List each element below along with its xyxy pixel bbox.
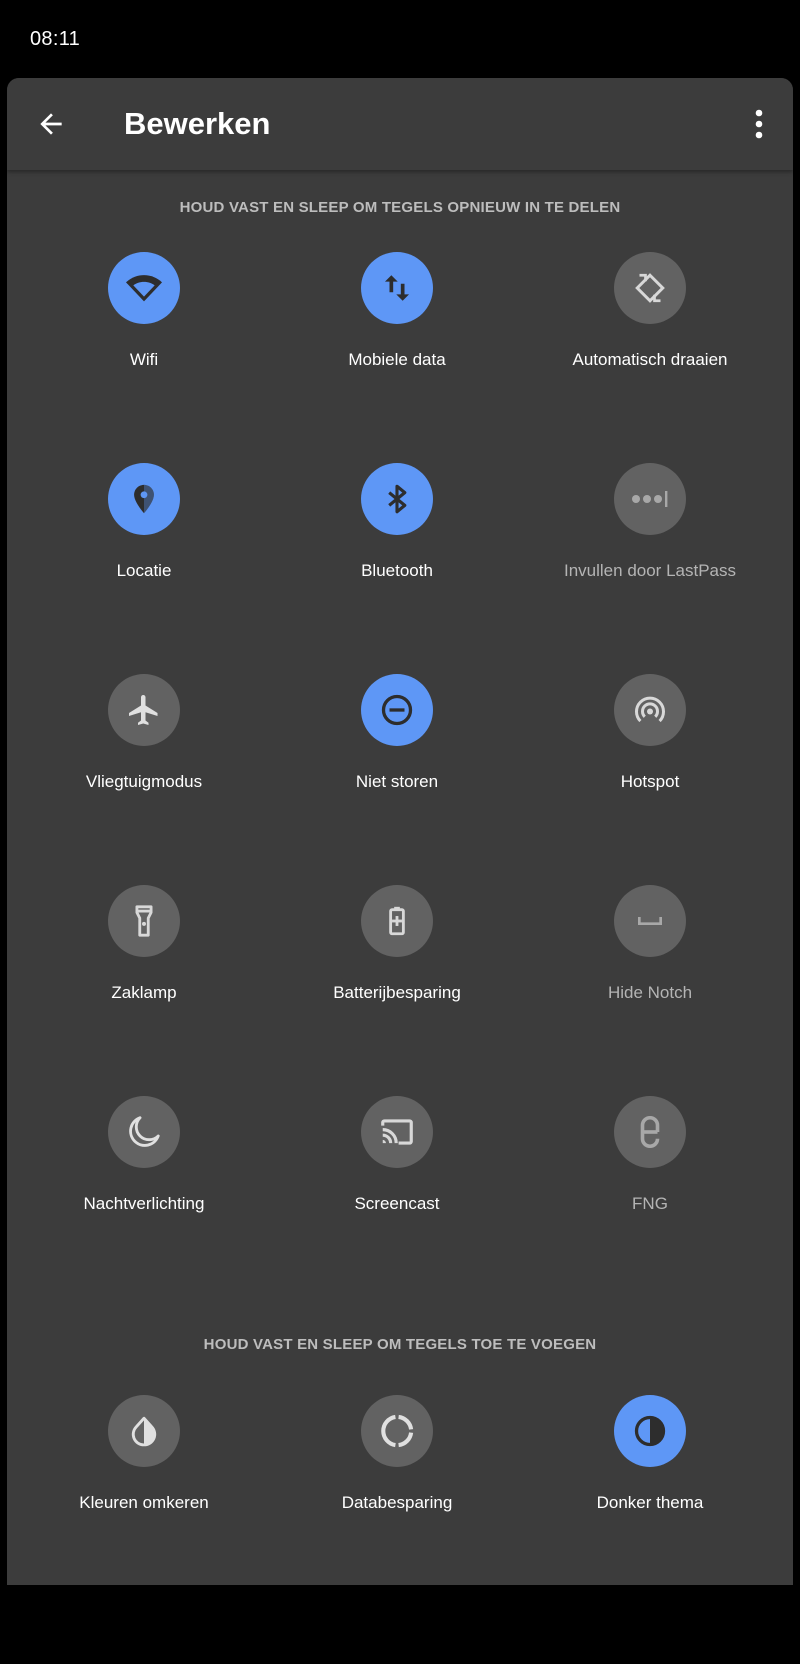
bluetooth-icon <box>388 484 407 514</box>
data-saver-icon <box>381 1414 414 1448</box>
tile-label: Databesparing <box>341 1493 453 1512</box>
tile-hotspot[interactable]: Hotspot <box>530 674 770 814</box>
tile-label: Screencast <box>354 1194 440 1213</box>
hide-notch-icon <box>638 917 662 925</box>
tile-mobile-data[interactable]: Mobiele data <box>277 252 517 392</box>
status-bar: 08:11 <box>0 0 800 78</box>
flashlight-icon <box>135 905 153 937</box>
tile-battery-saver[interactable]: Batterijbesparing <box>277 885 517 1025</box>
status-time: 08:11 <box>30 28 81 50</box>
tile-label: Donker thema <box>596 1493 704 1512</box>
tile-label: Hide Notch <box>607 983 693 1002</box>
arrow-left-icon <box>40 113 62 135</box>
more-vertical-icon <box>755 109 763 139</box>
fng-icon <box>640 1116 660 1148</box>
hotspot-icon <box>635 696 665 723</box>
tile-label: Vliegtuigmodus <box>85 772 203 791</box>
tile-bluetooth[interactable]: Bluetooth <box>277 463 517 603</box>
lastpass-icon <box>632 491 668 507</box>
navigation-bar <box>0 1585 800 1664</box>
tile-fng[interactable]: FNG <box>530 1096 770 1236</box>
tile-label: Bluetooth <box>361 561 433 580</box>
night-light-icon <box>129 1116 160 1147</box>
do-not-disturb-icon <box>381 694 413 726</box>
active-tiles-header: HOUD VAST EN SLEEP OM TEGELS OPNIEUW IN … <box>179 199 621 216</box>
edit-tiles-panel: Bewerken HOUD VAST EN SLEEP OM TEGELS OP… <box>7 78 793 1585</box>
tile-night-light[interactable]: Nachtverlichting <box>24 1096 264 1236</box>
tile-dark-theme[interactable]: Donker thema <box>530 1395 770 1535</box>
tile-flashlight[interactable]: Zaklamp <box>24 885 264 1025</box>
tile-screencast[interactable]: Screencast <box>277 1096 517 1236</box>
toolbar: Bewerken <box>7 78 793 170</box>
tile-label: FNG <box>632 1194 668 1213</box>
tile-label: Kleuren omkeren <box>79 1493 209 1512</box>
tile-data-saver[interactable]: Databesparing <box>277 1395 517 1535</box>
tile-label: Batterijbesparing <box>333 983 461 1002</box>
auto-rotate-icon <box>635 273 665 303</box>
airplane-icon <box>129 695 158 725</box>
battery-saver-icon <box>389 906 405 936</box>
tile-label: Automatisch draaien <box>572 350 728 369</box>
location-icon <box>134 484 154 514</box>
cast-icon <box>381 1119 413 1145</box>
tile-label: Niet storen <box>355 772 439 791</box>
tile-label: Mobiele data <box>348 350 446 369</box>
tile-label: Wifi <box>129 350 159 369</box>
available-tiles-header: HOUD VAST EN SLEEP OM TEGELS TOE TE VOEG… <box>203 1336 597 1353</box>
tile-label: Nachtverlichting <box>83 1194 205 1213</box>
tile-location[interactable]: Locatie <box>24 463 264 603</box>
more-options-button[interactable] <box>739 100 779 148</box>
tile-label: Locatie <box>116 561 172 580</box>
tile-airplane-mode[interactable]: Vliegtuigmodus <box>24 674 264 814</box>
tile-wifi[interactable]: Wifi <box>24 252 264 392</box>
tile-auto-rotate[interactable]: Automatisch draaien <box>530 252 770 392</box>
tile-invert-colors[interactable]: Kleuren omkeren <box>24 1395 264 1535</box>
tile-label: Hotspot <box>620 772 680 791</box>
mobile-data-icon <box>384 275 410 301</box>
dark-theme-icon <box>634 1415 666 1447</box>
tile-do-not-disturb[interactable]: Niet storen <box>277 674 517 814</box>
back-button[interactable] <box>27 100 75 148</box>
tile-hide-notch[interactable]: Hide Notch <box>530 885 770 1025</box>
wifi-icon <box>126 275 162 302</box>
invert-colors-icon <box>131 1416 157 1447</box>
tile-label: Zaklamp <box>111 983 177 1002</box>
page-title: Bewerken <box>124 106 271 141</box>
tile-lastpass[interactable]: Invullen door LastPass <box>530 463 770 603</box>
tile-label: Invullen door LastPass <box>564 561 736 580</box>
